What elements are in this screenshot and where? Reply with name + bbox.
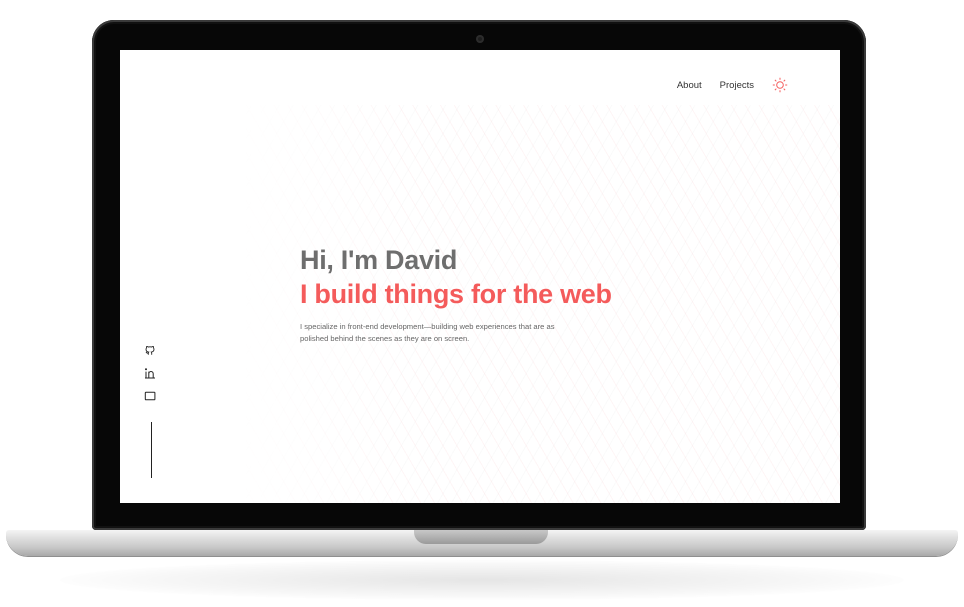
linkedin-icon[interactable] (144, 366, 156, 379)
social-divider-line (151, 422, 152, 478)
top-nav: About Projects (677, 77, 788, 93)
github-icon[interactable] (144, 343, 156, 355)
webcam (476, 35, 484, 43)
laptop-screen: About Projects Hi, I'm David I build thi… (120, 50, 840, 503)
hero-description: I specialize in front-end development—bu… (300, 322, 555, 343)
laptop-base-notch (414, 530, 548, 544)
hero-tagline: I build things for the web (300, 279, 612, 309)
social-links (144, 343, 160, 412)
hero-greeting: Hi, I'm David (300, 245, 458, 275)
sun-icon[interactable] (772, 77, 788, 93)
laptop-shadow (60, 560, 904, 600)
nav-link-about[interactable]: About (677, 80, 702, 91)
hero-section: Hi, I'm David I build things for the web… (300, 243, 612, 352)
message-icon[interactable] (144, 389, 156, 401)
nav-link-projects[interactable]: Projects (720, 80, 754, 91)
